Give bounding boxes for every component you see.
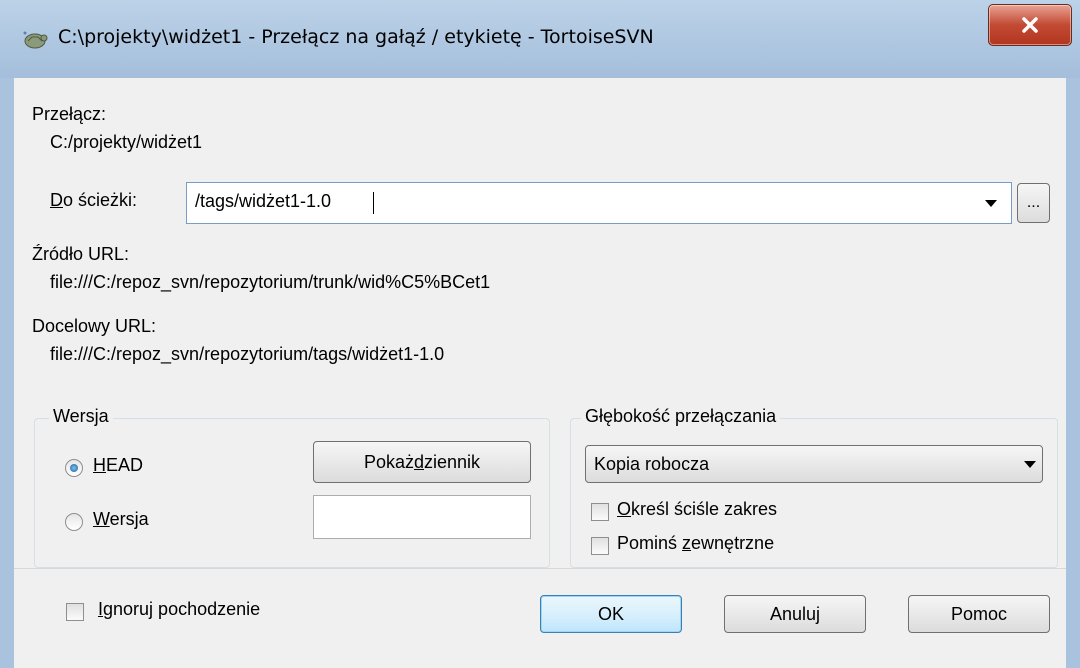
close-button[interactable] [988, 4, 1072, 46]
cancel-button[interactable]: Anuluj [724, 595, 866, 633]
switch-path: C:/projekty/widżet1 [50, 132, 203, 152]
sticky-depth-label[interactable]: Określ ściśle zakres [617, 499, 777, 520]
source-url-label: Źródło URL: [32, 244, 130, 264]
head-radio[interactable] [65, 459, 83, 477]
depth-group: Głębokość przełączania Kopia robocza Okr… [570, 406, 1058, 568]
dialog-footer: Ignoruj pochodzenie OK Anuluj Pomoc [14, 568, 1066, 668]
dialog-window: C:\projekty\widżet1 - Przełącz na gałąź … [0, 0, 1080, 668]
show-log-button[interactable]: Pokaż d ziennik [313, 441, 531, 483]
ok-button[interactable]: OK [540, 595, 682, 633]
chevron-down-icon [1024, 461, 1036, 468]
revision-radio[interactable] [65, 513, 83, 531]
tortoisesvn-icon [23, 31, 48, 49]
switch-label: Przełącz: [32, 104, 107, 124]
depth-dropdown[interactable]: Kopia robocza [585, 445, 1043, 483]
chevron-down-icon[interactable] [985, 200, 997, 207]
ignore-ancestry-checkbox[interactable] [66, 603, 84, 621]
browse-button[interactable]: ... [1017, 183, 1050, 223]
to-path-combobox[interactable]: /tags/widżet1-1.0 [186, 182, 1012, 224]
source-url-value: file:///C:/repoz_svn/repozytorium/trunk/… [50, 272, 491, 292]
revision-number-input[interactable] [313, 495, 531, 539]
text-cursor [373, 192, 374, 214]
close-icon [1022, 17, 1038, 33]
to-path-value: /tags/widżet1-1.0 [195, 191, 332, 211]
target-url-value: file:///C:/repoz_svn/repozytorium/tags/w… [50, 344, 445, 364]
sticky-depth-checkbox[interactable] [591, 503, 609, 521]
omit-externals-label[interactable]: Pominś zewnętrzne [617, 533, 774, 554]
to-path-label: Do ścieżki: [50, 190, 138, 210]
revision-group-title: Wersja [49, 406, 113, 427]
dialog-body: Przełącz: C:/projekty/widżet1 Do ścieżki… [14, 78, 1066, 668]
head-label[interactable]: HEAD [93, 455, 143, 476]
depth-selected-value: Kopia robocza [594, 453, 710, 474]
title-bar[interactable]: C:\projekty\widżet1 - Przełącz na gałąź … [0, 0, 1080, 78]
target-url-label: Docelowy URL: [32, 316, 157, 336]
revision-group: Wersja HEAD Wersja Pokaż d ziennik [34, 406, 550, 568]
help-button[interactable]: Pomoc [908, 595, 1050, 633]
ignore-ancestry-label[interactable]: Ignoruj pochodzenie [98, 599, 260, 620]
window-title: C:\projekty\widżet1 - Przełącz na gałąź … [58, 26, 654, 48]
omit-externals-checkbox[interactable] [591, 537, 609, 555]
revision-radio-label[interactable]: Wersja [93, 509, 149, 530]
depth-group-title: Głębokość przełączania [581, 406, 781, 427]
